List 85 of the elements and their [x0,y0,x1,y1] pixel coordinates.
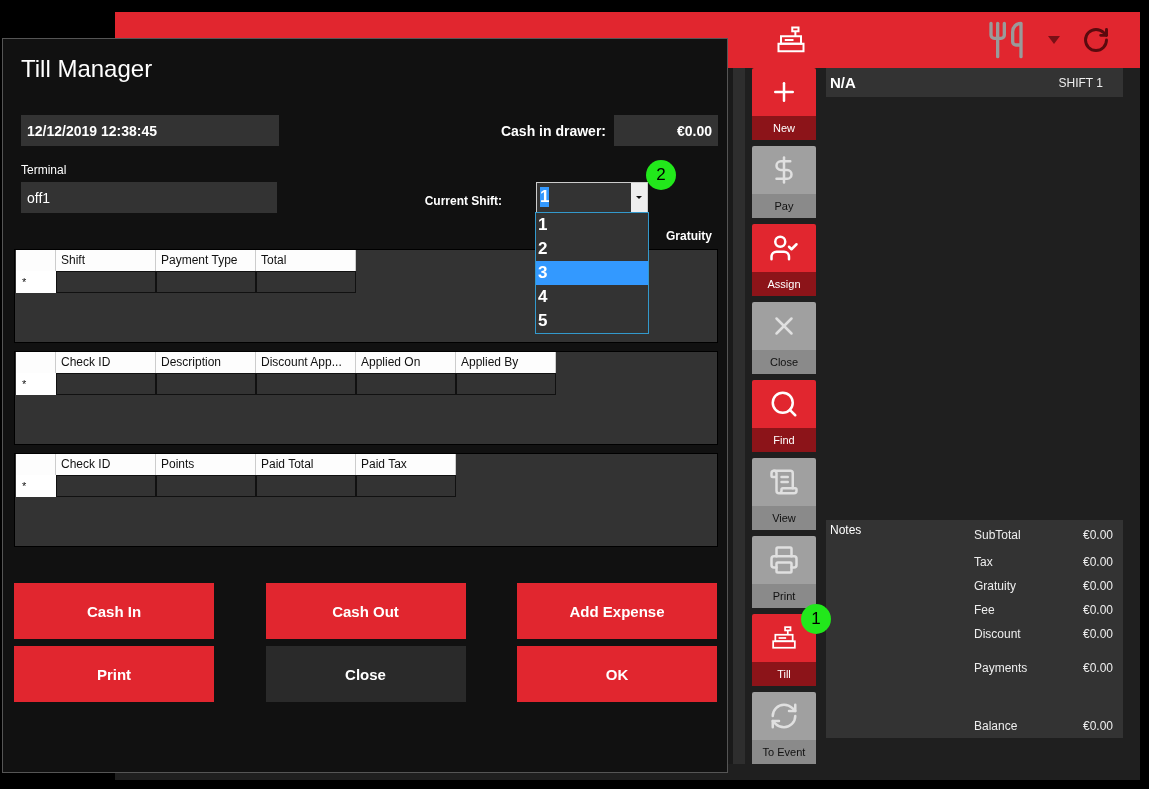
dialog-button[interactable]: Print [14,646,214,702]
check-name: N/A [830,74,856,91]
terminal-field[interactable]: off1 [21,182,277,213]
person-check-icon [769,233,799,263]
new-row-marker: * [16,475,56,497]
total-label: Tax [974,555,994,569]
total-value: €0.00 [1082,579,1113,593]
sidebar-button[interactable]: To Event [752,692,816,764]
sidebar-button[interactable]: Assign [752,224,816,296]
utensils-icon[interactable] [986,20,1026,60]
search-icon [769,389,799,419]
refresh-icon [769,701,799,731]
column-header[interactable]: Paid Tax [356,454,456,475]
total-label: Fee [974,603,996,617]
column-header[interactable]: Discount App... [256,352,356,373]
gratuity-label: Gratuity [666,229,712,243]
cash-label: Cash in drawer: [500,122,606,139]
step-badge: 2 [646,160,676,190]
total-label: Balance [974,719,1019,733]
table-cell[interactable] [256,373,356,395]
new-row-marker: * [16,373,56,395]
shift-option[interactable]: 5 [536,309,648,333]
shift-option[interactable]: 4 [536,285,648,309]
total-label: Gratuity [974,579,1017,593]
receipt-icon [769,467,799,497]
total-label: Discount [974,627,1022,641]
total-label: Payments [974,661,1029,675]
table-cell[interactable] [56,373,156,395]
total-value: €0.00 [1082,719,1113,733]
column-header[interactable]: Paid Total [256,454,356,475]
column-header[interactable]: Total [256,250,356,271]
total-label: SubTotal [974,528,1022,542]
column-header[interactable]: Points [156,454,256,475]
total-value: €0.00 [1082,528,1113,542]
sidebar-button[interactable]: Close [752,302,816,374]
column-header[interactable]: Description [156,352,256,373]
table-cell[interactable] [356,475,456,497]
new-row-marker: * [16,271,56,293]
cash-register-icon [771,625,797,651]
dialog-button[interactable]: Add Expense [517,583,717,639]
column-header[interactable]: Check ID [56,454,156,475]
dialog-button[interactable]: OK [517,646,717,702]
shift-option[interactable]: 1 [536,213,648,237]
column-header[interactable]: Applied By [456,352,556,373]
refresh-icon[interactable] [1082,26,1110,54]
table-cell[interactable] [256,475,356,497]
notes-label: Notes [830,523,863,537]
printer-icon [769,545,799,575]
sidebar-button[interactable]: New [752,68,816,140]
sidebar-button[interactable]: Pay [752,146,816,218]
caret-icon[interactable] [1048,36,1060,44]
grid-corner [16,250,56,271]
sidebar-button[interactable]: Print [752,536,816,608]
total-value: €0.00 [1082,555,1113,569]
dialog-title: Till Manager [21,55,154,84]
shift-option[interactable]: 2 [536,237,648,261]
table-cell[interactable] [56,475,156,497]
column-header[interactable]: Check ID [56,352,156,373]
dialog-button[interactable]: Cash In [14,583,214,639]
total-value: €0.00 [1082,627,1113,641]
table-cell[interactable] [256,271,356,293]
table-cell[interactable] [56,271,156,293]
column-header[interactable]: Shift [56,250,156,271]
table-cell[interactable] [356,373,456,395]
grid-corner [16,454,56,475]
dialog-button[interactable]: Cash Out [265,583,466,639]
table-cell[interactable] [456,373,556,395]
caret-icon [636,196,642,199]
shift-label: Current Shift: [424,193,502,208]
column-header[interactable]: Payment Type [156,250,256,271]
column-header[interactable]: Applied On [356,352,456,373]
table-cell[interactable] [156,475,256,497]
terminal-label: Terminal [21,163,67,177]
sidebar-button[interactable]: Find [752,380,816,452]
sidebar-button[interactable]: View [752,458,816,530]
cash-register-icon [776,25,806,55]
shift-label: SHIFT 1 [1058,75,1103,90]
total-value: €0.00 [1082,603,1113,617]
total-value: €0.00 [1082,661,1113,675]
table-cell[interactable] [156,373,256,395]
datetime-field: 12/12/2019 12:38:45 [21,115,279,146]
grid-corner [16,352,56,373]
table-cell[interactable] [156,271,256,293]
cash-field: €0.00 [614,115,718,146]
dialog-button[interactable]: Close [265,646,466,702]
